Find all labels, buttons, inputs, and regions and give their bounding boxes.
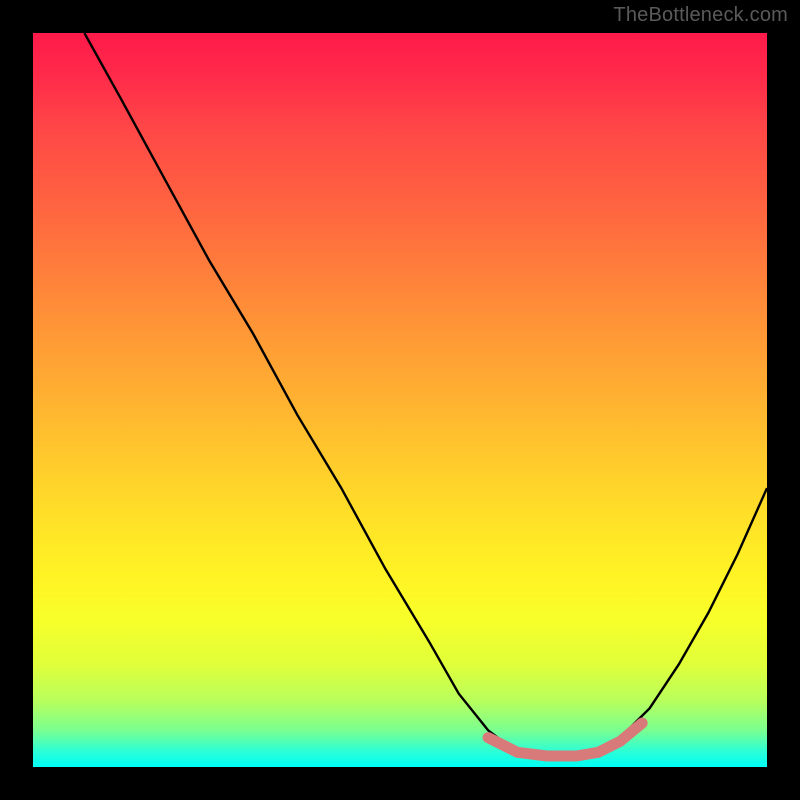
highlight-band-line (488, 723, 642, 756)
bottleneck-curve-line (84, 33, 767, 760)
plot-area (33, 33, 767, 767)
attribution-text: TheBottleneck.com (613, 4, 788, 27)
chart-svg (33, 33, 767, 767)
